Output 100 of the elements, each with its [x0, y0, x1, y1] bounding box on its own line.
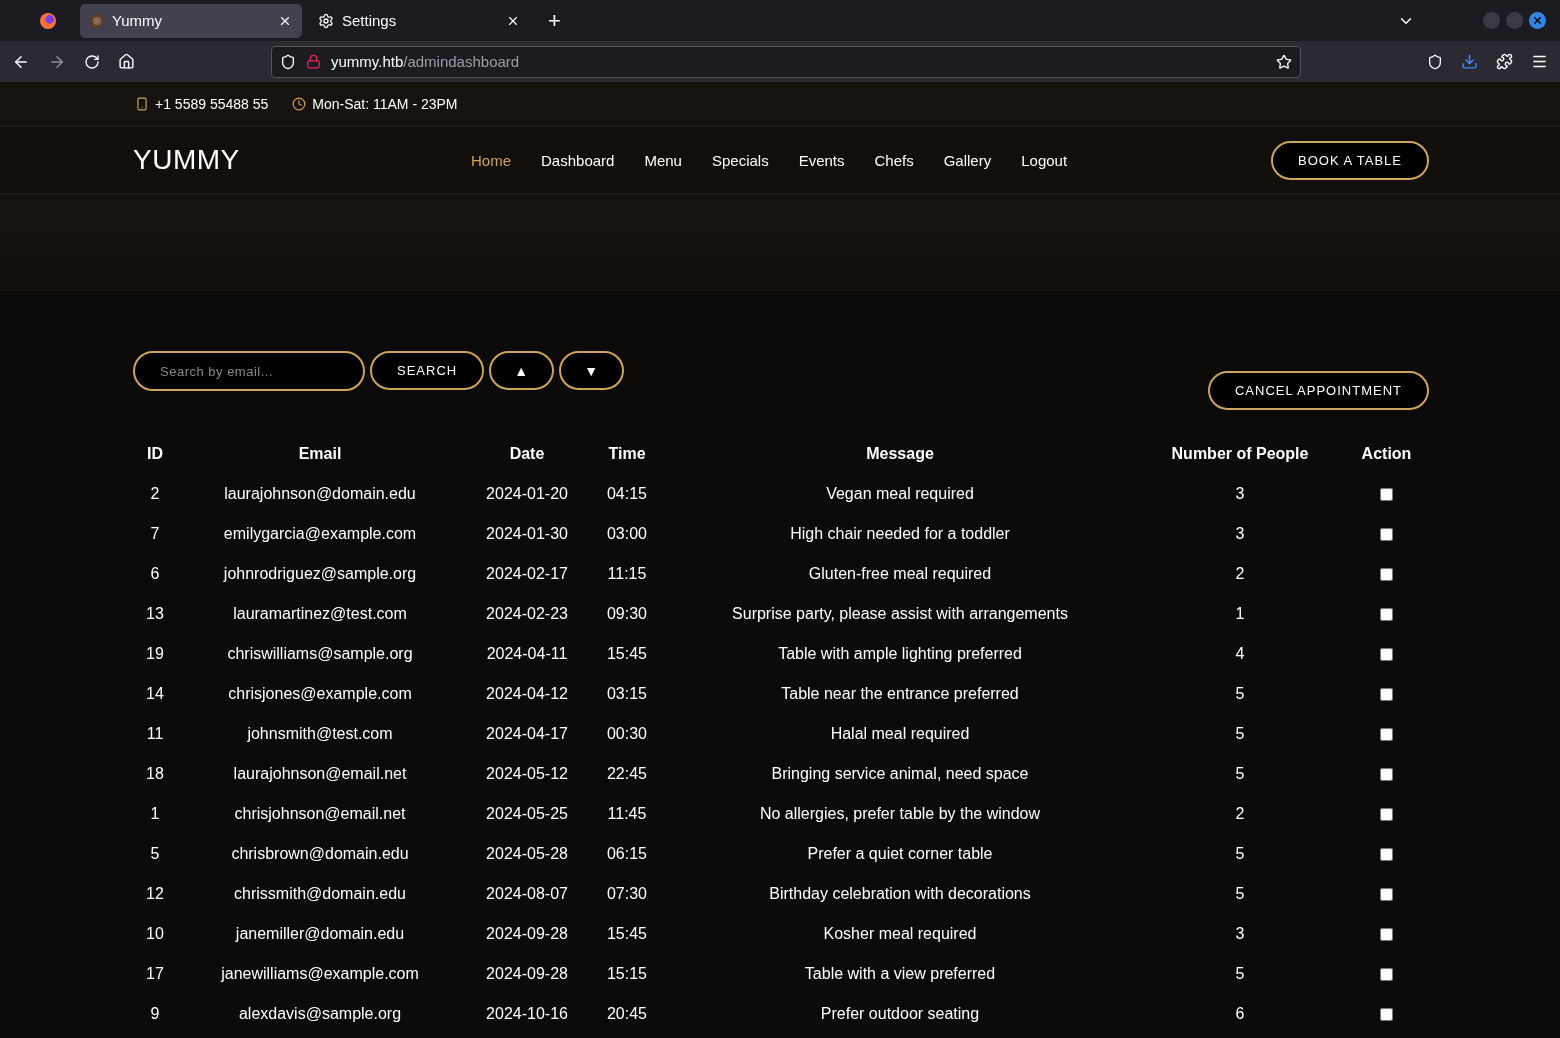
row-checkbox[interactable] [1380, 568, 1393, 582]
phone-icon [135, 97, 149, 111]
table-cell-text: 00:30 [605, 724, 648, 744]
table-cell-text: 4 [1234, 644, 1246, 664]
table-cell-text: chrisbrown@domain.edu [230, 844, 410, 864]
address-bar[interactable]: yummy.htb/admindashboard [271, 45, 1301, 78]
row-checkbox[interactable] [1380, 888, 1393, 902]
table-cell-text: 13 [145, 604, 165, 624]
sort-up-button[interactable]: ▲ [489, 351, 555, 390]
new-tab-button[interactable]: + [536, 7, 573, 34]
row-checkbox[interactable] [1380, 848, 1393, 862]
download-icon[interactable] [1461, 53, 1478, 70]
table-cell-text: Vegan meal required [825, 484, 975, 504]
table-cell-text: 9 [149, 1004, 161, 1024]
table-cell-text: 5 [1234, 684, 1246, 704]
row-checkbox[interactable] [1380, 928, 1393, 942]
reload-icon[interactable] [84, 53, 100, 70]
column-header: Email [297, 444, 343, 464]
table-cell-text: 2024-09-28 [485, 924, 569, 944]
table-cell-text: 2024-05-28 [485, 844, 569, 864]
site-logo[interactable]: YUMMY [133, 144, 471, 176]
table-cell-text: 14 [145, 684, 165, 704]
table-cell-text: Halal meal required [829, 724, 971, 744]
table-cell-text: Prefer a quiet corner table [806, 844, 994, 864]
column-header: Number of People [1170, 444, 1310, 464]
clock-icon [292, 97, 307, 111]
book-table-button[interactable]: BOOK A TABLE [1271, 140, 1429, 180]
table-cell-text: lauramartinez@test.com [232, 604, 408, 624]
row-checkbox[interactable] [1380, 768, 1393, 782]
table-cell-text: 5 [1234, 764, 1246, 784]
row-checkbox[interactable] [1380, 528, 1393, 542]
cancel-appointment-button[interactable]: CANCEL APPOINTMENT [1207, 371, 1429, 410]
table-cell-text: 03:15 [605, 684, 648, 704]
table-cell-text: laurajohnson@domain.edu [223, 484, 417, 504]
table-cell-text: janewilliams@example.com [220, 964, 420, 984]
opening-hours: Mon-Sat: 11AM - 23PM [312, 96, 458, 112]
table-cell-text: 2024-10-16 [485, 1004, 569, 1024]
table-cell-text: 17 [145, 964, 165, 984]
table-cell-text: 2 [1234, 564, 1246, 584]
table-cell-text: chrisjones@example.com [227, 684, 413, 704]
row-checkbox[interactable] [1380, 728, 1393, 742]
table-cell-text: johnsmith@test.com [246, 724, 394, 744]
table-cell-text: 5 [1234, 884, 1246, 904]
row-checkbox[interactable] [1380, 608, 1393, 622]
table-cell-text: 1 [1234, 604, 1246, 624]
table-cell-text: chrisjohnson@email.net [233, 804, 407, 824]
search-field[interactable]: Search by email... [133, 351, 365, 391]
table-cell-text: 3 [1234, 524, 1246, 544]
nav-link[interactable]: Home [471, 151, 511, 169]
menu-icon[interactable] [1531, 53, 1548, 70]
table-cell-text: Table with a view preferred [803, 964, 997, 984]
nav-link[interactable]: Logout [1021, 151, 1068, 169]
table-cell-text: 5 [149, 844, 161, 864]
table-cell-text: Table with ample lighting preferred [777, 644, 1023, 664]
table-cell-text: 5 [1234, 964, 1246, 984]
sort-down-button[interactable]: ▼ [559, 351, 625, 390]
lock-icon[interactable] [306, 54, 321, 69]
table-cell-text: 09:30 [605, 604, 648, 624]
browser-tab[interactable]: Settings [308, 3, 530, 38]
table-cell-text: laurajohnson@email.net [232, 764, 408, 784]
table-cell-text: No allergies, prefer table by the window [758, 804, 1042, 824]
puzzle-icon[interactable] [1496, 53, 1513, 70]
column-header: Message [865, 444, 935, 464]
table-cell-text: 11:15 [606, 564, 648, 584]
table-cell-text: Gluten-free meal required [807, 564, 993, 584]
browser-logo-icon[interactable] [40, 12, 56, 29]
nav-link[interactable]: Events [798, 151, 845, 169]
shield-icon[interactable] [280, 53, 296, 70]
column-header: Time [607, 444, 647, 464]
browser-tab[interactable]: Yummy [80, 3, 302, 38]
table-cell-text: 2024-05-12 [485, 764, 569, 784]
table-cell-text: 7 [149, 524, 161, 544]
table-cell-text: Birthday celebration with decorations [768, 884, 1032, 904]
table-cell-text: Prefer outdoor seating [819, 1004, 981, 1024]
table-cell-text: 2024-04-11 [485, 644, 569, 664]
table-cell-text: 15:15 [605, 964, 648, 984]
table-cell-text: Table near the entrance preferred [780, 684, 1020, 704]
column-header: Date [508, 444, 546, 464]
nav-link[interactable]: Menu [644, 151, 682, 169]
nav-link[interactable]: Gallery [943, 151, 992, 169]
table-cell-text: emilygarcia@example.com [222, 524, 418, 544]
table-cell-text: 06:15 [605, 844, 648, 864]
row-checkbox[interactable] [1380, 968, 1393, 982]
table-cell-text: chriswilliams@sample.org [226, 644, 414, 664]
row-checkbox[interactable] [1380, 1008, 1393, 1022]
column-header: ID [146, 444, 164, 464]
nav-link[interactable]: Specials [711, 151, 769, 169]
table-cell-text: 10 [145, 924, 165, 944]
table-cell-text: chrissmith@domain.edu [233, 884, 407, 904]
row-checkbox[interactable] [1380, 808, 1393, 822]
phone-number: +1 5589 55488 55 [155, 96, 269, 112]
nav-link[interactable]: Dashboard [541, 151, 615, 169]
search-button[interactable]: SEARCH [370, 351, 485, 390]
table-cell-text: 07:30 [605, 884, 648, 904]
row-checkbox[interactable] [1380, 648, 1393, 662]
row-checkbox[interactable] [1380, 688, 1393, 702]
nav-link[interactable]: Chefs [874, 151, 914, 169]
home-icon[interactable] [118, 53, 135, 70]
row-checkbox[interactable] [1380, 488, 1393, 502]
star-icon[interactable] [1276, 53, 1292, 70]
